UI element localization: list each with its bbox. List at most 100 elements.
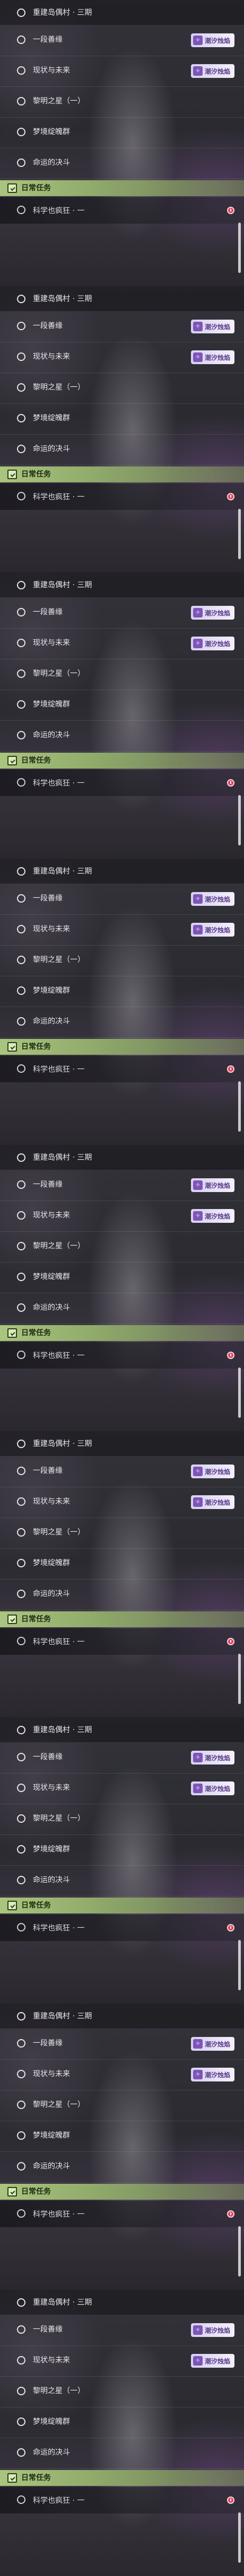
quest-row[interactable]: 梦境绽魄群 <box>0 118 244 148</box>
event-badge[interactable]: ✧ 潮汐烛焰 <box>190 1209 234 1223</box>
quest-row[interactable]: 一段善缘 ✧ 潮汐烛焰 <box>0 1457 244 1487</box>
quest-row[interactable]: 命运的决斗 <box>0 1007 244 1038</box>
daily-quest-row[interactable]: 科学也疯狂 · 一 <box>0 1628 244 1655</box>
daily-quests-header[interactable]: 日常任务 <box>0 1898 244 1913</box>
event-badge[interactable]: ✧ 潮汐烛焰 <box>190 637 234 650</box>
event-badge[interactable]: ✧ 潮汐烛焰 <box>190 606 234 620</box>
quest-row[interactable]: 命运的决斗 <box>0 1866 244 1896</box>
quest-row[interactable]: 黎明之星（一） <box>0 1518 244 1549</box>
event-badge[interactable]: ✧ 潮汐烛焰 <box>190 64 234 78</box>
quest-row[interactable]: 命运的决斗 <box>0 148 244 179</box>
quest-row[interactable]: 重建岛偶村 · 三期 <box>0 1431 244 1457</box>
quest-row[interactable]: 梦境绽魄群 <box>0 1263 244 1293</box>
event-badge[interactable]: ✧ 潮汐烛焰 <box>190 892 234 906</box>
scrollbar-thumb[interactable] <box>238 1654 241 1704</box>
quest-row[interactable]: 命运的决斗 <box>0 2438 244 2469</box>
event-badge[interactable]: ✧ 潮汐烛焰 <box>190 1178 234 1192</box>
quest-row[interactable]: 黎明之星（一） <box>0 1804 244 1835</box>
quest-row[interactable]: 现状与未来 ✧ 潮汐烛焰 <box>0 1201 244 1232</box>
quest-row[interactable]: 命运的决斗 <box>0 721 244 752</box>
quest-row[interactable]: 黎明之星（一） <box>0 946 244 976</box>
quest-row[interactable]: 黎明之星（一） <box>0 1232 244 1263</box>
quest-row[interactable]: 重建岛偶村 · 三期 <box>0 859 244 884</box>
event-badge[interactable]: ✧ 潮汐烛焰 <box>190 350 234 364</box>
quest-row[interactable]: 梦境绽魄群 <box>0 1835 244 1866</box>
quest-row[interactable]: 梦境绽魄群 <box>0 976 244 1007</box>
quest-row[interactable]: 重建岛偶村 · 三期 <box>0 0 244 25</box>
event-badge[interactable]: ✧ 潮汐烛焰 <box>190 2323 234 2337</box>
event-badge[interactable]: ✧ 潮汐烛焰 <box>190 33 234 47</box>
quest-row[interactable]: 现状与未来 ✧ 潮汐烛焰 <box>0 342 244 373</box>
quest-row[interactable]: 一段善缘 ✧ 潮汐烛焰 <box>0 25 244 56</box>
quest-row[interactable]: 现状与未来 ✧ 潮汐烛焰 <box>0 56 244 87</box>
quest-row[interactable]: 黎明之星（一） <box>0 2377 244 2407</box>
quest-row[interactable]: 命运的决斗 <box>0 435 244 465</box>
quest-row[interactable]: 黎明之星（一） <box>0 659 244 690</box>
scrollbar-thumb[interactable] <box>238 795 241 845</box>
quest-row[interactable]: 现状与未来 ✧ 潮汐烛焰 <box>0 2346 244 2377</box>
event-badge[interactable]: ✧ 潮汐烛焰 <box>190 1465 234 1478</box>
quest-row[interactable]: 梦境绽魄群 <box>0 404 244 435</box>
quest-row[interactable]: 一段善缘 ✧ 潮汐烛焰 <box>0 1743 244 1774</box>
quest-row[interactable]: 梦境绽魄群 <box>0 1549 244 1580</box>
daily-quest-row[interactable]: 科学也疯狂 · 一 <box>0 2487 244 2513</box>
quest-row[interactable]: 一段善缘 ✧ 潮汐烛焰 <box>0 884 244 915</box>
event-badge[interactable]: ✧ 潮汐烛焰 <box>190 2354 234 2368</box>
event-badge[interactable]: ✧ 潮汐烛焰 <box>190 1781 234 1795</box>
event-badge[interactable]: ✧ 潮汐烛焰 <box>190 1495 234 1509</box>
daily-quest-row[interactable]: 科学也疯狂 · 一 <box>0 1915 244 1941</box>
event-badge[interactable]: ✧ 潮汐烛焰 <box>190 2068 234 2081</box>
daily-quest-row[interactable]: 科学也疯狂 · 一 <box>0 197 244 224</box>
daily-quests-header[interactable]: 日常任务 <box>0 466 244 482</box>
daily-quests-header[interactable]: 日常任务 <box>0 753 244 769</box>
daily-quests-header[interactable]: 日常任务 <box>0 1325 244 1341</box>
event-badge[interactable]: ✧ 潮汐烛焰 <box>190 1751 234 1765</box>
quest-row[interactable]: 梦境绽魄群 <box>0 2407 244 2438</box>
quest-row[interactable]: 命运的决斗 <box>0 2152 244 2183</box>
scrollbar-thumb[interactable] <box>238 223 241 273</box>
daily-quests-header[interactable]: 日常任务 <box>0 180 244 196</box>
scrollbar-thumb[interactable] <box>238 1940 241 1990</box>
daily-quest-row[interactable]: 科学也疯狂 · 一 <box>0 2201 244 2227</box>
daily-quest-row[interactable]: 科学也疯狂 · 一 <box>0 1342 244 1369</box>
daily-quests-header[interactable]: 日常任务 <box>0 1039 244 1055</box>
quest-row[interactable]: 黎明之星（一） <box>0 2090 244 2121</box>
quest-row[interactable]: 命运的决斗 <box>0 1293 244 1324</box>
quest-row[interactable]: 梦境绽魄群 <box>0 2121 244 2152</box>
quest-row[interactable]: 重建岛偶村 · 三期 <box>0 1145 244 1170</box>
quest-row[interactable]: 现状与未来 ✧ 潮汐烛焰 <box>0 2060 244 2090</box>
quest-row[interactable]: 黎明之星（一） <box>0 373 244 404</box>
daily-quest-row[interactable]: 科学也疯狂 · 一 <box>0 770 244 796</box>
quest-row[interactable]: 重建岛偶村 · 三期 <box>0 572 244 598</box>
quest-row[interactable]: 现状与未来 ✧ 潮汐烛焰 <box>0 1487 244 1518</box>
scrollbar-thumb[interactable] <box>238 509 241 559</box>
quest-row[interactable]: 黎明之星（一） <box>0 87 244 118</box>
scrollbar-thumb[interactable] <box>238 2512 241 2563</box>
quest-row[interactable]: 一段善缘 ✧ 潮汐烛焰 <box>0 598 244 629</box>
quest-row[interactable]: 重建岛偶村 · 三期 <box>0 1717 244 1743</box>
quest-row[interactable]: 一段善缘 ✧ 潮汐烛焰 <box>0 2029 244 2060</box>
daily-quest-row[interactable]: 科学也疯狂 · 一 <box>0 1056 244 1082</box>
quest-row[interactable]: 重建岛偶村 · 三期 <box>0 2290 244 2315</box>
quest-row[interactable]: 重建岛偶村 · 三期 <box>0 286 244 312</box>
event-badge[interactable]: ✧ 潮汐烛焰 <box>190 2037 234 2051</box>
scrollbar-thumb[interactable] <box>238 2226 241 2277</box>
daily-quests-title: 日常任务 <box>21 1329 51 1337</box>
quest-row[interactable]: 现状与未来 ✧ 潮汐烛焰 <box>0 629 244 659</box>
quest-row[interactable]: 一段善缘 ✧ 潮汐烛焰 <box>0 1170 244 1201</box>
quest-row[interactable]: 重建岛偶村 · 三期 <box>0 2004 244 2029</box>
quest-row[interactable]: 梦境绽魄群 <box>0 690 244 721</box>
quest-row[interactable]: 现状与未来 ✧ 潮汐烛焰 <box>0 1774 244 1804</box>
quest-row[interactable]: 一段善缘 ✧ 潮汐烛焰 <box>0 312 244 342</box>
scrollbar-thumb[interactable] <box>238 1368 241 1418</box>
daily-quests-header[interactable]: 日常任务 <box>0 2184 244 2200</box>
daily-quest-row[interactable]: 科学也疯狂 · 一 <box>0 483 244 510</box>
event-badge[interactable]: ✧ 潮汐烛焰 <box>190 320 234 333</box>
quest-row[interactable]: 命运的决斗 <box>0 1580 244 1610</box>
quest-row[interactable]: 现状与未来 ✧ 潮汐烛焰 <box>0 915 244 946</box>
event-badge[interactable]: ✧ 潮汐烛焰 <box>190 923 234 937</box>
quest-row[interactable]: 一段善缘 ✧ 潮汐烛焰 <box>0 2315 244 2346</box>
daily-quests-header[interactable]: 日常任务 <box>0 2470 244 2486</box>
daily-quests-header[interactable]: 日常任务 <box>0 1611 244 1627</box>
scrollbar-thumb[interactable] <box>238 1081 241 1132</box>
